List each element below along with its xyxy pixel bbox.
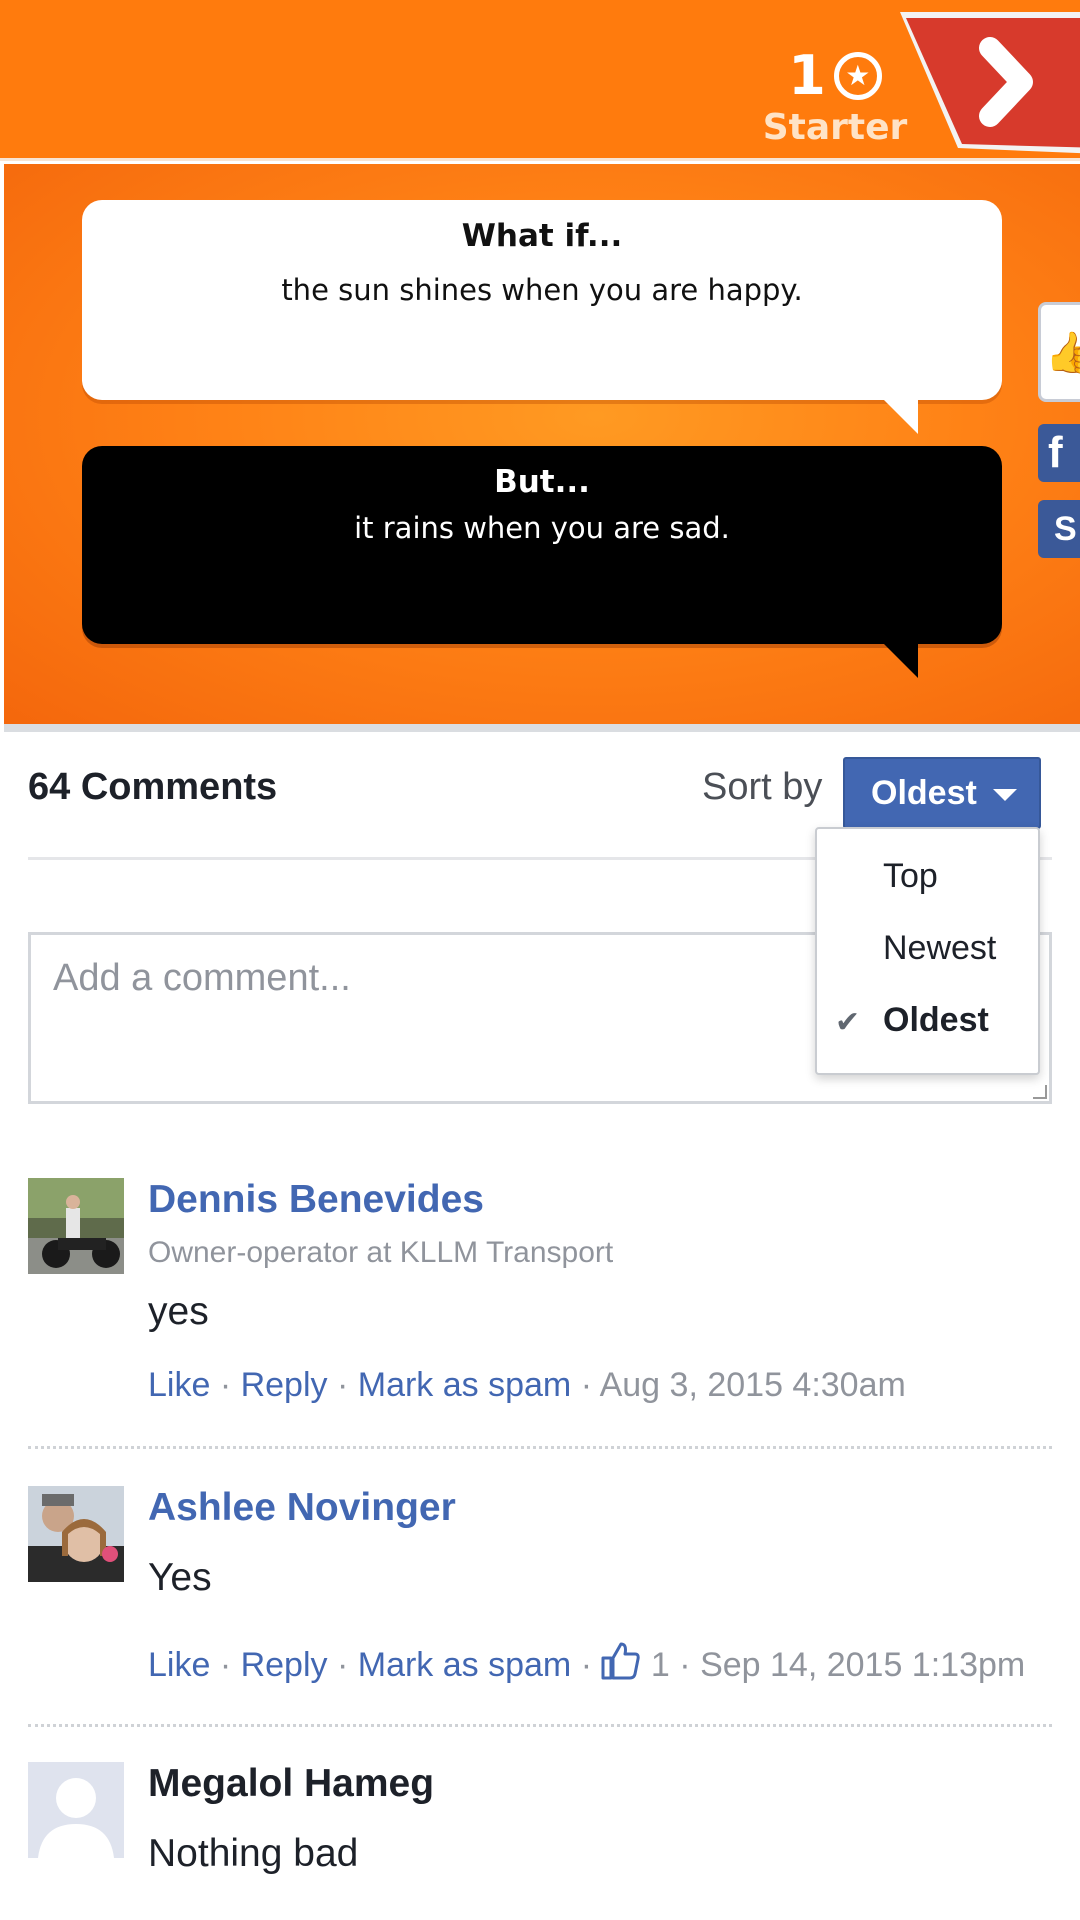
- top-header: 1 ★ Starter: [0, 0, 1080, 161]
- comment-author[interactable]: Ashlee Novinger: [148, 1486, 456, 1530]
- comment-actions: Like · Reply · Mark as spam · 1 · Sep 14…: [148, 1642, 1025, 1685]
- thumbs-up-icon: [601, 1642, 641, 1680]
- reply-link[interactable]: Reply: [241, 1366, 328, 1404]
- avatar-placeholder-icon[interactable]: [28, 1762, 124, 1858]
- what-if-banner: What if... the sun shines when you are h…: [4, 164, 1080, 724]
- level-number: 1: [788, 44, 826, 107]
- sort-option-top[interactable]: Top: [883, 857, 938, 896]
- comment-text: Yes: [148, 1556, 212, 1599]
- comment-divider: [28, 1724, 1052, 1727]
- like-link[interactable]: Like: [148, 1646, 210, 1684]
- what-if-text: the sun shines when you are happy.: [281, 273, 803, 307]
- comment-timestamp[interactable]: Aug 3, 2015 4:30am: [600, 1366, 906, 1404]
- like-link[interactable]: Like: [148, 1366, 210, 1404]
- comment-actions: Like · Reply · Mark as spam · Aug 3, 201…: [148, 1366, 906, 1404]
- what-if-bubble: What if... the sun shines when you are h…: [82, 200, 1002, 434]
- avatar[interactable]: [28, 1178, 124, 1274]
- comment-author[interactable]: Dennis Benevides: [148, 1178, 484, 1222]
- reply-link[interactable]: Reply: [241, 1646, 328, 1684]
- sort-option-newest[interactable]: Newest: [883, 929, 996, 968]
- sort-option-oldest[interactable]: Oldest: [883, 1001, 989, 1040]
- checkmark-icon: ✔: [835, 1006, 861, 1039]
- avatar[interactable]: [28, 1486, 124, 1582]
- but-title: But...: [494, 464, 590, 500]
- sort-value: Oldest: [871, 774, 977, 812]
- comments-count: 64 Comments: [28, 766, 278, 808]
- level-label: Starter: [762, 107, 908, 148]
- bubble-tail: [882, 398, 918, 434]
- side-like-button[interactable]: 👍: [1038, 302, 1080, 402]
- mark-as-spam-link[interactable]: Mark as spam: [358, 1646, 572, 1684]
- comment-timestamp[interactable]: Sep 14, 2015 1:13pm: [700, 1646, 1025, 1684]
- comment-text: yes: [148, 1290, 209, 1333]
- side-share-button[interactable]: S: [1038, 500, 1080, 558]
- caret-down-icon: [993, 789, 1017, 801]
- comment-author-subtitle: Owner-operator at KLLM Transport: [148, 1236, 614, 1269]
- comment-divider: [28, 1446, 1052, 1449]
- sort-dropdown-menu: Top Newest ✔ Oldest: [815, 827, 1040, 1075]
- divider: [4, 724, 1080, 732]
- what-if-title: What if...: [461, 218, 623, 254]
- mark-as-spam-link[interactable]: Mark as spam: [358, 1366, 572, 1404]
- thumbs-up-icon: 👍: [1045, 331, 1080, 375]
- star-icon: ★: [833, 52, 882, 100]
- sort-dropdown-button[interactable]: Oldest: [843, 757, 1041, 829]
- like-count: 1: [650, 1646, 670, 1684]
- next-button[interactable]: [900, 6, 1080, 154]
- sort-by-label: Sort by: [702, 766, 823, 808]
- but-text: it rains when you are sad.: [354, 511, 730, 545]
- bubble-tail: [882, 642, 918, 678]
- comment-author[interactable]: Megalol Hameg: [148, 1762, 434, 1806]
- level-indicator: 1 ★ Starter: [760, 44, 910, 148]
- side-facebook-button[interactable]: f: [1038, 424, 1080, 482]
- resize-handle-icon[interactable]: [1033, 1085, 1047, 1099]
- but-bubble: But... it rains when you are sad.: [82, 446, 1002, 678]
- comment-text: Nothing bad: [148, 1832, 359, 1875]
